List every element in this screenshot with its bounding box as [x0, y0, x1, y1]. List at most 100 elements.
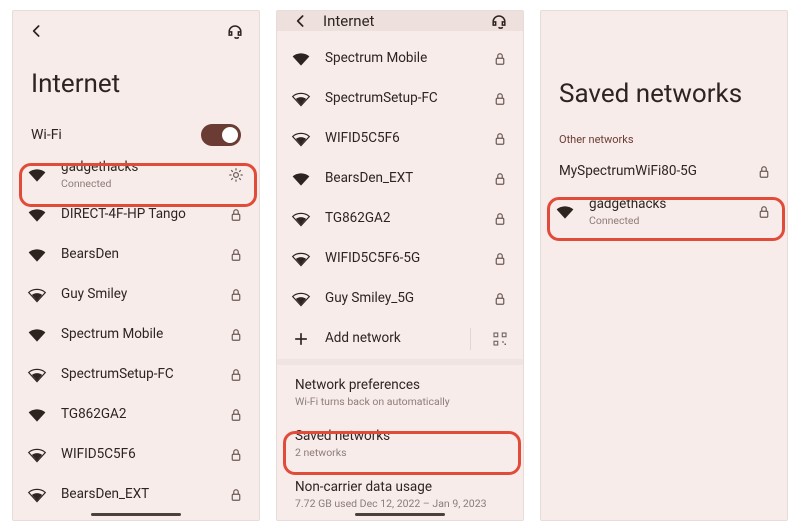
panel-internet-1: Internet Wi-Fi gadgethacksConnectedDIREC… — [12, 10, 260, 521]
wifi-label: Wi-Fi — [31, 127, 62, 143]
network-row[interactable]: BearsDen_EXT — [13, 475, 259, 515]
lock-icon — [491, 130, 509, 148]
gear-icon[interactable] — [227, 166, 245, 184]
headset-icon[interactable] — [489, 11, 509, 31]
wifi-signal-icon — [291, 249, 311, 269]
wifi-signal-icon — [27, 285, 47, 305]
lock-icon — [227, 446, 245, 464]
wifi-signal-icon — [27, 245, 47, 265]
topbar: Internet — [277, 11, 523, 31]
network-row[interactable]: SpectrumSetup-FC — [13, 355, 259, 395]
network-row[interactable]: Guy Smiley_5G — [277, 279, 523, 319]
network-name: WIFID5C5F6 — [325, 131, 477, 147]
page-title-inline: Internet — [323, 12, 489, 30]
lock-icon — [227, 366, 245, 384]
row-title: Non-carrier data usage — [295, 479, 505, 495]
network-name: SpectrumSetup-FC — [61, 367, 213, 383]
wifi-signal-icon — [27, 445, 47, 465]
settings-section: Network preferences Wi-Fi turns back on … — [277, 359, 523, 520]
network-name: DIRECT-4F-HP Tango — [61, 207, 213, 223]
saved-networks-row[interactable]: Saved networks 2 networks — [277, 418, 523, 469]
gesture-bar — [355, 513, 445, 516]
lock-icon — [491, 290, 509, 308]
network-name: Spectrum Mobile — [61, 327, 213, 343]
network-row[interactable]: DIRECT-4F-HP Tango — [13, 195, 259, 235]
lock-icon — [227, 326, 245, 344]
qr-scan-icon[interactable] — [491, 330, 509, 348]
lock-icon — [491, 250, 509, 268]
lock-icon — [491, 50, 509, 68]
lock-icon — [227, 206, 245, 224]
wifi-signal-icon — [291, 129, 311, 149]
divider — [470, 328, 471, 350]
network-row[interactable]: TG862GA2 — [277, 199, 523, 239]
network-name: Guy Smiley_5G — [325, 291, 477, 307]
lock-icon — [491, 210, 509, 228]
wifi-signal-icon — [291, 209, 311, 229]
row-subtitle: 2 networks — [295, 446, 505, 459]
network-row[interactable]: WIFID5C5F6-5G — [277, 239, 523, 279]
lock-icon — [227, 286, 245, 304]
wifi-signal-icon — [27, 165, 47, 185]
panel-internet-2: Internet Spectrum Mobile SpectrumSetup-FC… — [276, 10, 524, 521]
network-row[interactable]: Spectrum Mobile — [13, 315, 259, 355]
page-title: Saved networks — [541, 39, 787, 125]
network-row[interactable]: WIFID5C5F6 — [13, 435, 259, 475]
network-row[interactable]: gadgethacksConnected — [541, 192, 787, 232]
headset-icon[interactable] — [225, 21, 245, 41]
network-row[interactable]: TG862GA2 — [13, 395, 259, 435]
back-icon[interactable] — [291, 11, 311, 31]
network-name: BearsDen — [61, 247, 213, 263]
network-row[interactable]: Spectrum Mobile — [277, 39, 523, 79]
row-subtitle: 7.72 GB used Dec 12, 2022 – Jan 9, 2023 — [295, 497, 505, 510]
wifi-signal-icon — [27, 485, 47, 505]
row-title: Network preferences — [295, 377, 505, 393]
lock-icon — [491, 90, 509, 108]
network-name: BearsDen_EXT — [61, 487, 213, 503]
wifi-signal-icon — [555, 202, 575, 222]
network-row[interactable]: BearsDen — [13, 235, 259, 275]
network-row[interactable]: SpectrumSetup-FC — [277, 79, 523, 119]
network-name: gadgethacksConnected — [589, 197, 741, 227]
network-name: Spectrum Mobile — [325, 51, 477, 67]
network-status: Connected — [61, 178, 213, 190]
add-network-row[interactable]: Add network — [277, 319, 523, 359]
network-status: Connected — [589, 215, 741, 227]
network-row[interactable]: MySpectrumWiFi80-5G — [541, 152, 787, 192]
network-row[interactable]: WIFID5C5F6 — [277, 119, 523, 159]
wifi-signal-icon — [291, 89, 311, 109]
wifi-signal-icon — [291, 289, 311, 309]
network-name: gadgethacksConnected — [61, 160, 213, 190]
wifi-signal-icon — [27, 365, 47, 385]
lock-icon — [755, 203, 773, 221]
plus-icon — [291, 329, 311, 349]
section-other-networks: Other networks — [541, 125, 787, 152]
lock-icon — [227, 486, 245, 504]
network-preferences-row[interactable]: Network preferences Wi-Fi turns back on … — [277, 367, 523, 418]
network-name: BearsDen_EXT — [325, 171, 477, 187]
network-name: Guy Smiley — [61, 287, 213, 303]
network-name: TG862GA2 — [325, 211, 477, 227]
row-subtitle: Wi-Fi turns back on automatically — [295, 395, 505, 408]
row-title: Saved networks — [295, 428, 505, 444]
wifi-toggle[interactable] — [201, 124, 241, 146]
add-network-label: Add network — [325, 331, 450, 347]
network-name: SpectrumSetup-FC — [325, 91, 477, 107]
topbar — [541, 11, 787, 39]
wifi-signal-icon — [27, 205, 47, 225]
network-row[interactable]: BearsDen_EXT — [277, 159, 523, 199]
network-name: TG862GA2 — [61, 407, 213, 423]
lock-icon — [755, 163, 773, 181]
network-name: WIFID5C5F6 — [61, 447, 213, 463]
back-icon[interactable] — [27, 21, 47, 41]
network-name: WIFID5C5F6-5G — [325, 251, 477, 267]
panel-saved-networks: Saved networks Other networks MySpectrum… — [540, 10, 788, 521]
network-row[interactable]: gadgethacksConnected — [13, 155, 259, 195]
network-row[interactable]: Guy Smiley — [13, 275, 259, 315]
network-name: MySpectrumWiFi80-5G — [559, 164, 741, 180]
wifi-signal-icon — [291, 49, 311, 69]
wifi-signal-icon — [27, 405, 47, 425]
lock-icon — [227, 246, 245, 264]
lock-icon — [491, 170, 509, 188]
gesture-bar — [91, 513, 181, 516]
